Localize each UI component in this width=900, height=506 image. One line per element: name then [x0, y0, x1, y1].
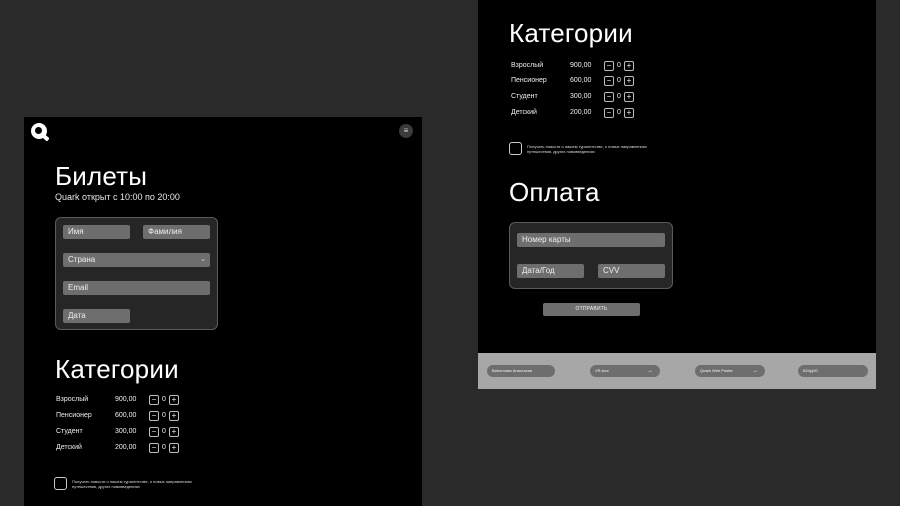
page-title: Билеты: [55, 161, 148, 191]
category-qty: 0: [162, 428, 166, 435]
category-price: 300,00: [115, 428, 137, 435]
category-name: Детский: [56, 444, 82, 451]
menu-icon[interactable]: ≡: [399, 124, 413, 138]
category-qty: 0: [162, 444, 166, 451]
category-name: Студент: [56, 428, 83, 435]
footer-link-label: Quark Web Poster: [700, 368, 733, 373]
minus-button[interactable]: −: [149, 411, 159, 421]
category-price: 300,00: [570, 93, 592, 100]
newsletter-checkbox[interactable]: [54, 477, 67, 490]
card-number-field[interactable]: Номер карты: [517, 233, 665, 247]
payment-title: Оплата: [509, 177, 600, 207]
category-row: Пенсионер 600,00 − 0 +: [56, 411, 216, 422]
category-row: Пенсионер 600,00 − 0 +: [511, 76, 671, 87]
category-name: Взрослый: [511, 62, 544, 69]
category-row: Взрослый 900,00 − 0 +: [511, 61, 671, 72]
footer-group-label: B24pj00: [803, 368, 818, 373]
plus-button[interactable]: +: [169, 411, 179, 421]
footer-author-label: Виноглова Анастасия: [492, 368, 533, 373]
footer: Виноглова Анастасия VR-tour → Quark Web …: [478, 353, 876, 389]
newsletter-label: Получать новости о нашем турагентстве, о…: [72, 479, 192, 489]
plus-button[interactable]: +: [169, 427, 179, 437]
country-select-label: Страна: [68, 255, 96, 264]
category-name: Взрослый: [56, 396, 89, 403]
plus-button[interactable]: +: [624, 92, 634, 102]
newsletter-option: Получать новости о нашем турагентстве, о…: [54, 477, 224, 491]
category-price: 900,00: [115, 396, 137, 403]
date-field[interactable]: Дата: [63, 309, 130, 323]
category-row: Детский 200,00 − 0 +: [56, 443, 216, 454]
category-price: 200,00: [570, 109, 592, 116]
payment-panel: Категории Взрослый 900,00 − 0 + Пенсионе…: [478, 0, 876, 353]
arrow-right-icon: →: [647, 368, 653, 374]
category-qty: 0: [617, 77, 621, 84]
chevron-down-icon: ⌄: [200, 256, 206, 263]
ticket-form: Имя Фамилия Страна ⌄ Email Дата: [55, 217, 218, 330]
categories-title: Категории: [55, 354, 179, 384]
footer-link-vr-tour[interactable]: VR-tour →: [590, 365, 660, 377]
footer-link-web-poster[interactable]: Quark Web Poster →: [695, 365, 765, 377]
footer-link-label: VR-tour: [595, 368, 609, 373]
category-qty: 0: [617, 62, 621, 69]
categories-title: Категории: [509, 18, 633, 48]
category-name: Студент: [511, 93, 538, 100]
category-price: 600,00: [115, 412, 137, 419]
email-field[interactable]: Email: [63, 281, 210, 295]
category-row: Детский 200,00 − 0 +: [511, 108, 671, 119]
category-qty: 0: [162, 396, 166, 403]
category-qty: 0: [617, 109, 621, 116]
category-price: 600,00: [570, 77, 592, 84]
minus-button[interactable]: −: [149, 427, 159, 437]
newsletter-option: Получать новости о нашем турагентстве, о…: [509, 142, 679, 156]
footer-group-code: B24pj00: [798, 365, 868, 377]
arrow-right-icon: →: [752, 368, 758, 374]
submit-button[interactable]: ОТПРАВИТЬ: [543, 303, 640, 316]
category-price: 200,00: [115, 444, 137, 451]
plus-button[interactable]: +: [169, 443, 179, 453]
category-qty: 0: [162, 412, 166, 419]
category-name: Пенсионер: [56, 412, 92, 419]
minus-button[interactable]: −: [604, 92, 614, 102]
minus-button[interactable]: −: [604, 61, 614, 71]
opening-hours: Quark открыт с 10:00 по 20:00: [55, 192, 180, 202]
category-name: Детский: [511, 109, 537, 116]
quark-logo-icon[interactable]: [31, 123, 47, 139]
minus-button[interactable]: −: [604, 76, 614, 86]
plus-button[interactable]: +: [624, 76, 634, 86]
last-name-field[interactable]: Фамилия: [143, 225, 210, 239]
expiry-field[interactable]: Дата/Год: [517, 264, 584, 278]
minus-button[interactable]: −: [149, 395, 159, 405]
category-row: Студент 300,00 − 0 +: [56, 427, 216, 438]
category-row: Взрослый 900,00 − 0 +: [56, 395, 216, 406]
payment-form: Номер карты Дата/Год CVV: [509, 222, 673, 289]
cvv-field[interactable]: CVV: [598, 264, 665, 278]
first-name-field[interactable]: Имя: [63, 225, 130, 239]
plus-button[interactable]: +: [624, 61, 634, 71]
plus-button[interactable]: +: [624, 108, 634, 118]
newsletter-checkbox[interactable]: [509, 142, 522, 155]
category-name: Пенсионер: [511, 77, 547, 84]
plus-button[interactable]: +: [169, 395, 179, 405]
minus-button[interactable]: −: [149, 443, 159, 453]
category-row: Студент 300,00 − 0 +: [511, 92, 671, 103]
footer-author: Виноглова Анастасия: [487, 365, 555, 377]
category-qty: 0: [617, 93, 621, 100]
tickets-panel: ≡ Билеты Quark открыт с 10:00 по 20:00 И…: [24, 117, 422, 506]
minus-button[interactable]: −: [604, 108, 614, 118]
newsletter-label: Получать новости о нашем турагентстве, о…: [527, 144, 647, 154]
category-price: 900,00: [570, 62, 592, 69]
country-select[interactable]: Страна ⌄: [63, 253, 210, 267]
